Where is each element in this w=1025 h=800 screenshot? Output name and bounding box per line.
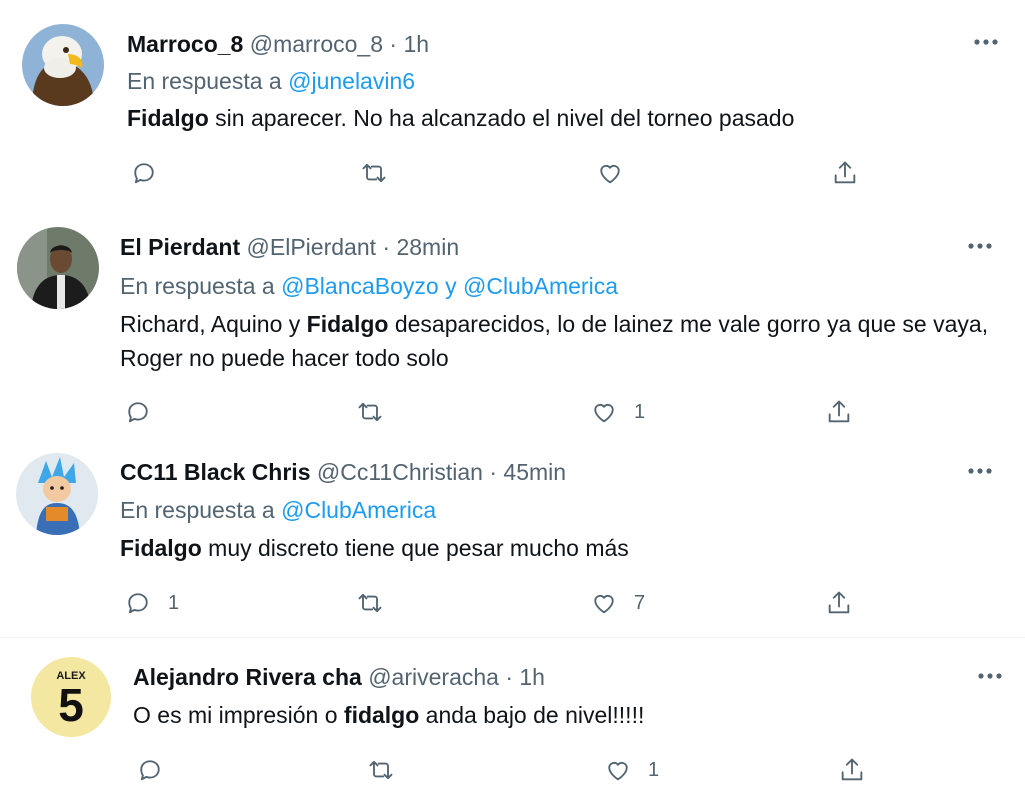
reply-bubble-icon [134, 163, 154, 184]
reply-to-link[interactable]: @junelavin6 [288, 68, 415, 94]
share-upload-icon [828, 591, 850, 614]
tweet-header: CC11 Black Chris @Cc11Christian · 45min [120, 458, 566, 486]
timestamp[interactable]: 28min [396, 234, 459, 260]
retweet-icon [358, 593, 382, 613]
tweet-header: El Pierdant @ElPierdant · 28min [120, 233, 459, 261]
text-segment: O es mi impresión o [133, 702, 344, 728]
share-button[interactable] [831, 156, 859, 190]
text-segment: anda bajo de nivel!!!!! [419, 702, 645, 728]
tweet-text: O es mi impresión o fidalgo anda bajo de… [133, 698, 993, 732]
tweet-header: Alejandro Rivera cha @ariveracha · 1h [133, 663, 545, 691]
reply-bubble-icon [128, 593, 148, 614]
keyword-highlight: Fidalgo [306, 311, 389, 337]
display-name[interactable]: El Pierdant [120, 234, 240, 260]
separator-dot: · [389, 31, 398, 57]
keyword-highlight: Fidalgo [127, 105, 209, 131]
like-count: 1 [634, 400, 646, 423]
retweet-button[interactable] [360, 156, 404, 190]
like-button[interactable] [596, 156, 640, 190]
share-button[interactable] [825, 395, 853, 429]
separator-dot: · [489, 459, 498, 485]
reply-bubble-icon [140, 760, 160, 781]
more-options-icon[interactable] [972, 666, 1008, 686]
like-button[interactable]: 7 [590, 586, 645, 620]
reply-bubble-icon [128, 402, 148, 423]
eagle-avatar-icon [22, 24, 104, 106]
tweet[interactable]: El Pierdant @ElPierdant · 28min En respu… [0, 203, 1025, 443]
heart-icon [608, 761, 628, 781]
avatar[interactable]: ALEX 5 [31, 657, 111, 737]
reply-button[interactable] [130, 156, 174, 190]
share-upload-icon [841, 758, 863, 781]
reply-prefix: En respuesta a [120, 273, 275, 299]
more-options-icon[interactable] [962, 461, 998, 481]
more-options-icon[interactable] [962, 236, 998, 256]
retweet-button[interactable] [367, 753, 411, 787]
reply-context: En respuesta a @ClubAmerica [120, 496, 436, 524]
share-button[interactable] [838, 753, 866, 787]
display-name[interactable]: Marroco_8 [127, 31, 243, 57]
separator-dot: · [505, 664, 513, 690]
retweet-icon [362, 163, 386, 183]
like-count: 1 [648, 758, 660, 781]
share-button[interactable] [825, 586, 853, 620]
heart-icon [600, 164, 620, 184]
person-photo-avatar-icon [17, 227, 99, 309]
share-upload-icon [828, 400, 850, 423]
share-upload-icon [834, 161, 856, 184]
tweet-text: Richard, Aquino y Fidalgo desaparecidos,… [120, 307, 990, 375]
handle[interactable]: @ariveracha [368, 664, 499, 690]
reply-to-link[interactable]: @BlancaBoyzo y @ClubAmerica [281, 273, 618, 299]
retweet-button[interactable] [356, 395, 400, 429]
like-count: 7 [634, 591, 646, 614]
tweet-text: Fidalgo sin aparecer. No ha alcanzado el… [127, 101, 987, 135]
separator-dot: · [382, 234, 391, 260]
handle[interactable]: @marroco_8 [250, 31, 383, 57]
reply-count: 1 [168, 591, 180, 614]
keyword-highlight: fidalgo [343, 702, 420, 728]
tweet[interactable]: ALEX 5 Alejandro Rivera cha @ariveracha … [0, 638, 1025, 800]
reply-context: En respuesta a @BlancaBoyzo y @ClubAmeri… [120, 272, 618, 300]
avatar[interactable] [17, 227, 99, 309]
avatar[interactable] [22, 24, 104, 106]
reply-context: En respuesta a @junelavin6 [127, 67, 415, 95]
reply-prefix: En respuesta a [127, 68, 282, 94]
handle[interactable]: @ElPierdant [247, 234, 376, 260]
reply-to-link[interactable]: @ClubAmerica [281, 497, 436, 523]
handle[interactable]: @Cc11Christian [317, 459, 483, 485]
text-segment: muy discreto tiene que pesar mucho más [201, 535, 629, 561]
tweet[interactable]: Marroco_8 @marroco_8 · 1h En respuesta a… [0, 0, 1025, 203]
tweet-header: Marroco_8 @marroco_8 · 1h [127, 30, 429, 58]
alex-5-jersey-avatar-icon: ALEX 5 [31, 657, 111, 737]
tweet[interactable]: CC11 Black Chris @Cc11Christian · 45min … [0, 443, 1025, 636]
retweet-icon [369, 760, 393, 780]
reply-button[interactable] [136, 753, 180, 787]
retweet-icon [358, 402, 382, 422]
display-name[interactable]: Alejandro Rivera cha [133, 664, 362, 690]
timestamp[interactable]: 1h [403, 31, 429, 57]
heart-icon [594, 594, 614, 614]
avatar-number: 5 [58, 679, 84, 731]
text-segment: Richard, Aquino y [120, 311, 307, 337]
avatar[interactable] [16, 453, 98, 535]
text-segment: sin aparecer. No ha alcanzado el nivel d… [208, 105, 795, 131]
like-button[interactable]: 1 [604, 753, 659, 787]
reply-button[interactable] [124, 395, 168, 429]
timestamp[interactable]: 1h [519, 664, 545, 690]
tweet-text: Fidalgo muy discreto tiene que pesar muc… [120, 531, 990, 565]
retweet-button[interactable] [356, 586, 400, 620]
keyword-highlight: Fidalgo [120, 535, 202, 561]
reply-button[interactable]: 1 [124, 586, 179, 620]
heart-icon [594, 403, 614, 423]
timestamp[interactable]: 45min [503, 459, 566, 485]
more-options-icon[interactable] [968, 32, 1004, 52]
like-button[interactable]: 1 [590, 395, 645, 429]
display-name[interactable]: CC11 Black Chris [120, 459, 310, 485]
reply-prefix: En respuesta a [120, 497, 275, 523]
anime-character-avatar-icon [16, 453, 98, 535]
